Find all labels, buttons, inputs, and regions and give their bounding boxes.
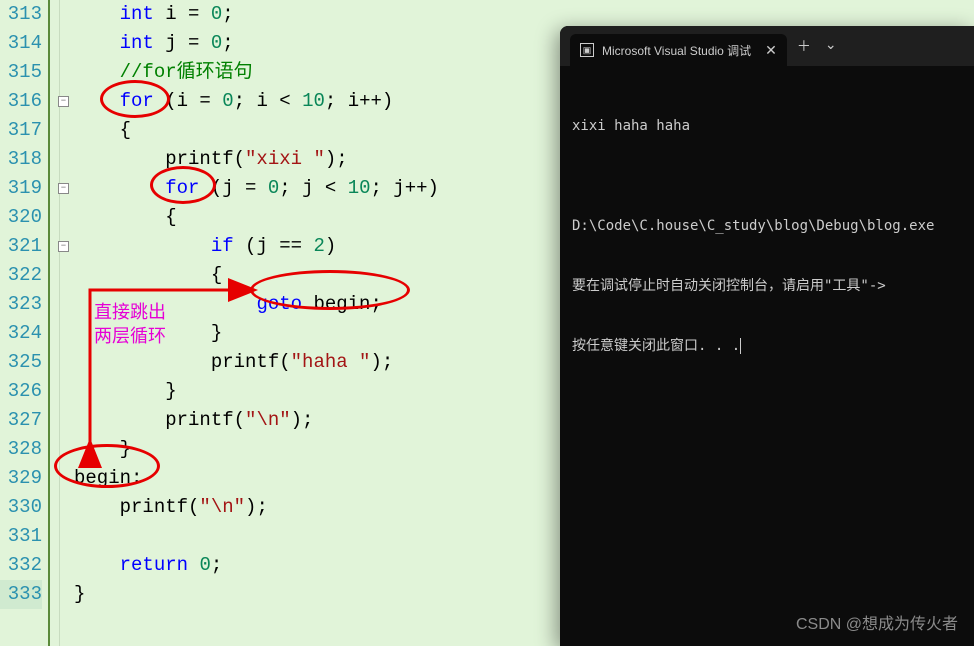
line-number-gutter: 3133143153163173183193203213223233243253… [0, 0, 48, 646]
terminal-tab[interactable]: ▣ Microsoft Visual Studio 调试 ✕ [570, 34, 787, 66]
code-line[interactable]: int j = 0; [74, 29, 439, 58]
line-number: 328 [0, 435, 42, 464]
line-number: 330 [0, 493, 42, 522]
terminal-line: xixi haha haha [572, 116, 962, 136]
tab-dropdown-icon[interactable]: ⌄ [825, 36, 837, 56]
watermark: CSDN @想成为传火者 [796, 610, 958, 634]
code-line[interactable]: return 0; [74, 551, 439, 580]
line-number: 332 [0, 551, 42, 580]
fold-toggle[interactable]: − [58, 183, 69, 194]
line-number: 318 [0, 145, 42, 174]
line-number: 329 [0, 464, 42, 493]
code-line[interactable]: printf("\n"); [74, 406, 439, 435]
line-number: 325 [0, 348, 42, 377]
code-line[interactable]: printf("haha "); [74, 348, 439, 377]
annotation-text-line2: 两层循环 [94, 324, 166, 348]
line-number: 320 [0, 203, 42, 232]
line-number: 323 [0, 290, 42, 319]
line-number: 331 [0, 522, 42, 551]
line-number: 319 [0, 174, 42, 203]
code-line[interactable]: { [74, 116, 439, 145]
terminal-title-text: Microsoft Visual Studio 调试 [602, 42, 751, 59]
code-line[interactable]: } [74, 377, 439, 406]
fold-toggle[interactable]: − [58, 241, 69, 252]
line-number: 316 [0, 87, 42, 116]
code-line[interactable]: for (i = 0; i < 10; i++) [74, 87, 439, 116]
annotation-text: 直接跳出 两层循环 [94, 300, 166, 348]
terminal-cursor [740, 338, 741, 354]
line-number: 326 [0, 377, 42, 406]
terminal-line: D:\Code\C.house\C_study\blog\Debug\blog.… [572, 216, 962, 236]
terminal-output[interactable]: xixi haha haha D:\Code\C.house\C_study\b… [560, 66, 974, 406]
code-line[interactable]: printf("xixi "); [74, 145, 439, 174]
line-number: 313 [0, 0, 42, 29]
code-line[interactable]: //for循环语句 [74, 58, 439, 87]
code-line[interactable]: } [74, 580, 439, 609]
line-number: 333 [0, 580, 42, 609]
terminal-tab-controls: ＋ ⌄ [797, 36, 837, 56]
line-number: 315 [0, 58, 42, 87]
code-line[interactable]: int i = 0; [74, 0, 439, 29]
fold-toggle[interactable]: − [58, 96, 69, 107]
line-number: 321 [0, 232, 42, 261]
terminal-titlebar[interactable]: ▣ Microsoft Visual Studio 调试 ✕ ＋ ⌄ [560, 26, 974, 66]
fold-column: − − − [58, 0, 70, 646]
line-number: 317 [0, 116, 42, 145]
code-line[interactable]: } [74, 435, 439, 464]
code-line[interactable]: { [74, 261, 439, 290]
code-line[interactable]: printf("\n"); [74, 493, 439, 522]
line-number: 322 [0, 261, 42, 290]
code-line[interactable]: if (j == 2) [74, 232, 439, 261]
line-number: 324 [0, 319, 42, 348]
code-line[interactable]: { [74, 203, 439, 232]
code-line[interactable]: for (j = 0; j < 10; j++) [74, 174, 439, 203]
code-line[interactable]: begin: [74, 464, 439, 493]
close-icon[interactable]: ✕ [765, 42, 777, 59]
line-number: 327 [0, 406, 42, 435]
terminal-line: 按任意键关闭此窗口. . . [572, 336, 962, 356]
terminal-app-icon: ▣ [580, 43, 594, 57]
code-line[interactable] [74, 522, 439, 551]
new-tab-button[interactable]: ＋ [797, 36, 811, 56]
terminal-window[interactable]: ▣ Microsoft Visual Studio 调试 ✕ ＋ ⌄ xixi … [560, 26, 974, 646]
line-number: 314 [0, 29, 42, 58]
terminal-line: 要在调试停止时自动关闭控制台，请启用"工具"-> [572, 276, 962, 296]
annotation-text-line1: 直接跳出 [94, 300, 166, 324]
